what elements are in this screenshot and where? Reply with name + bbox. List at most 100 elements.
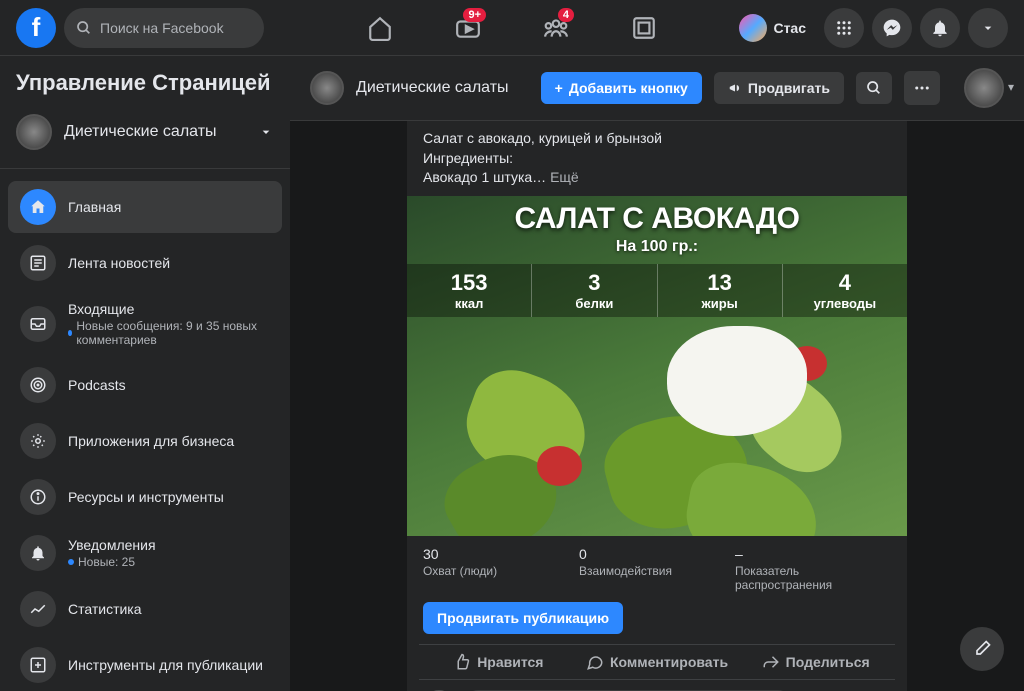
like-button[interactable]: Нравится: [419, 645, 578, 679]
sidebar: Управление Страницей Диетические салаты …: [0, 56, 290, 691]
sidebar-title: Управление Страницей: [0, 56, 290, 106]
account-dropdown[interactable]: [968, 8, 1008, 48]
view-as-dropdown[interactable]: [964, 68, 1004, 108]
post-stats: 30Охват (люди) 0Взаимодействия –Показате…: [407, 536, 907, 602]
add-button-button[interactable]: + Добавить кнопку: [541, 72, 702, 104]
like-icon: [453, 653, 471, 671]
nutri-label: белки: [532, 296, 656, 311]
grid-icon: [835, 19, 853, 37]
stat-reach: 30Охват (люди): [423, 546, 579, 592]
search-icon: [76, 20, 92, 36]
sidebar-item-label: Лента новостей: [68, 255, 270, 271]
sidebar-item-label: Входящие: [68, 301, 270, 317]
nav-gaming[interactable]: [604, 4, 684, 52]
messenger-button[interactable]: [872, 8, 912, 48]
unread-dot: [68, 330, 72, 336]
nav-watch[interactable]: 9+: [428, 4, 508, 52]
comment-button[interactable]: Комментировать: [578, 645, 737, 679]
right-nav: Стас: [735, 8, 1008, 48]
post-image[interactable]: САЛАТ С АВОКАДО На 100 гр.: 153ккал 3бел…: [407, 196, 907, 536]
top-nav: f Поиск на Facebook 9+ 4 Стас: [0, 0, 1024, 56]
nutri-value: 153: [407, 270, 531, 296]
caret-down-icon: [980, 20, 996, 36]
unread-dot: [68, 559, 74, 565]
promote-button[interactable]: Продвигать: [714, 72, 844, 104]
search-button[interactable]: [856, 72, 892, 104]
nutrition-row: 153ккал 3белки 13жиры 4углеводы: [407, 264, 907, 317]
sidebar-item-newsfeed[interactable]: Лента новостей: [8, 237, 282, 289]
nav-groups[interactable]: 4: [516, 4, 596, 52]
comment-icon: [586, 653, 604, 671]
share-icon: [762, 653, 780, 671]
image-title: САЛАТ С АВОКАДО: [407, 202, 907, 236]
page-name: Диетические салаты: [64, 123, 246, 141]
home-icon: [29, 198, 47, 216]
post-line: Авокадо 1 штука…: [423, 169, 546, 185]
publishing-icon: [29, 656, 47, 674]
search-icon: [866, 80, 882, 96]
sidebar-item-publishing-tools[interactable]: Инструменты для публикации: [8, 639, 282, 691]
sidebar-item-inbox[interactable]: Входящие Новые сообщения: 9 и 35 новых к…: [8, 293, 282, 355]
share-button[interactable]: Поделиться: [736, 645, 895, 679]
more-icon: [913, 79, 931, 97]
sidebar-item-label: Podcasts: [68, 377, 270, 393]
watch-badge: 9+: [463, 8, 486, 22]
comment-composer: Комментарий от имени Страницы Диетиче… ☺…: [407, 680, 907, 691]
sidebar-item-label: Приложения для бизнеса: [68, 433, 270, 449]
stat-engagement: 0Взаимодействия: [579, 546, 735, 592]
post-line: Ингредиенты:: [423, 149, 891, 169]
bell-icon: [29, 544, 47, 562]
podcast-icon: [29, 376, 47, 394]
info-icon: [29, 488, 47, 506]
promote-post-row: Продвигать публикацию: [407, 602, 907, 644]
page-header-avatar[interactable]: [310, 71, 344, 105]
facebook-logo[interactable]: f: [16, 8, 56, 48]
home-icon: [367, 15, 393, 41]
sidebar-page-selector[interactable]: Диетические салаты: [0, 106, 290, 158]
center-nav: 9+ 4: [340, 4, 684, 52]
search-placeholder: Поиск на Facebook: [100, 20, 224, 36]
sidebar-item-sub: Новые сообщения: 9 и 35 новых комментари…: [76, 319, 270, 347]
post-card: Салат с авокадо, курицей и брынзой Ингре…: [407, 121, 907, 691]
nav-home[interactable]: [340, 4, 420, 52]
sidebar-item-sub: Новые: 25: [78, 555, 135, 569]
image-subtitle: На 100 гр.:: [407, 238, 907, 256]
compose-fab[interactable]: [960, 627, 1004, 671]
sidebar-item-label: Уведомления: [68, 537, 270, 553]
promote-label: Продвигать: [748, 80, 830, 96]
promote-post-button[interactable]: Продвигать публикацию: [423, 602, 623, 634]
main-content: Диетические салаты + Добавить кнопку Про…: [290, 56, 1024, 691]
bell-icon: [930, 18, 950, 38]
menu-button[interactable]: [824, 8, 864, 48]
more-button[interactable]: [904, 71, 940, 105]
stat-distribution: –Показатель распространения: [735, 546, 891, 592]
notifications-button[interactable]: [920, 8, 960, 48]
sidebar-item-label: Инструменты для публикации: [68, 657, 270, 673]
nutri-value: 13: [658, 270, 782, 296]
sidebar-item-resources[interactable]: Ресурсы и инструменты: [8, 471, 282, 523]
sidebar-item-podcasts[interactable]: Podcasts: [8, 359, 282, 411]
like-label: Нравится: [477, 654, 543, 670]
divider: [0, 168, 290, 169]
user-name: Стас: [773, 20, 806, 36]
post-text: Салат с авокадо, курицей и брынзой Ингре…: [407, 121, 907, 196]
apps-icon: [29, 432, 47, 450]
see-more-link[interactable]: Ещё: [550, 169, 579, 185]
page-avatar: [16, 114, 52, 150]
sidebar-item-home[interactable]: Главная: [8, 181, 282, 233]
nutri-value: 3: [532, 270, 656, 296]
nutri-label: ккал: [407, 296, 531, 311]
messenger-icon: [882, 18, 902, 38]
gaming-icon: [631, 15, 657, 41]
sidebar-item-notifications[interactable]: Уведомления Новые: 25: [8, 527, 282, 579]
sidebar-item-business-apps[interactable]: Приложения для бизнеса: [8, 415, 282, 467]
sidebar-item-label: Статистика: [68, 601, 270, 617]
sidebar-item-insights[interactable]: Статистика: [8, 583, 282, 635]
page-header-name: Диетические салаты: [356, 79, 529, 97]
page-header: Диетические салаты + Добавить кнопку Про…: [290, 56, 1024, 121]
feed-icon: [29, 254, 47, 272]
comment-label: Комментировать: [610, 654, 728, 670]
plus-icon: +: [555, 80, 563, 96]
user-profile-chip[interactable]: Стас: [735, 10, 816, 46]
search-input[interactable]: Поиск на Facebook: [64, 8, 264, 48]
